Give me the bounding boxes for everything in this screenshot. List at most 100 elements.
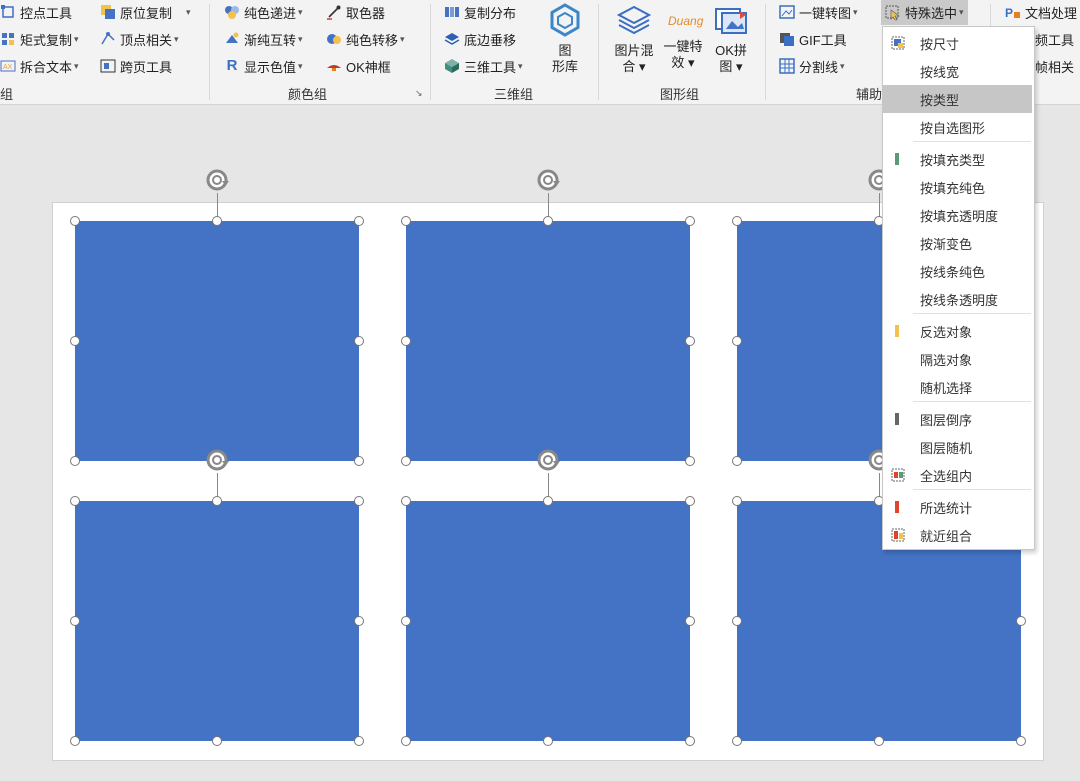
dialog-launcher-icon[interactable]: ↘ [415, 88, 423, 99]
menu-item-16[interactable]: 全选组内 [883, 461, 1032, 489]
resize-handle[interactable] [354, 616, 364, 626]
resize-handle[interactable] [543, 496, 553, 506]
resize-handle[interactable] [401, 216, 411, 226]
layers-icon [444, 33, 460, 45]
resize-handle[interactable] [1016, 616, 1026, 626]
menu-item-8[interactable]: 按渐变色 [883, 229, 1032, 257]
resize-handle[interactable] [685, 496, 695, 506]
show-color-value-button[interactable]: R 显示色值 ▾ [224, 55, 303, 77]
resize-handle[interactable] [70, 456, 80, 466]
resize-handle[interactable] [685, 336, 695, 346]
resize-handle[interactable] [354, 456, 364, 466]
resize-handle[interactable] [874, 736, 884, 746]
menu-item-4[interactable]: 按自选图形 [883, 113, 1032, 141]
copy-distribute-button[interactable]: 复制分布 [444, 1, 516, 23]
vertex-tools-button[interactable]: 顶点相关 ▾ [100, 28, 179, 50]
resize-handle[interactable] [401, 616, 411, 626]
to-image-button[interactable]: 一键转图 ▾ [779, 1, 858, 23]
menu-item-2[interactable]: 按线宽 [883, 57, 1032, 85]
menu-item-9[interactable]: 按线条纯色 [883, 257, 1032, 285]
resize-handle[interactable] [70, 496, 80, 506]
resize-handle[interactable] [732, 736, 742, 746]
group-label-left: 组 [0, 87, 14, 102]
resize-handle[interactable] [732, 616, 742, 626]
special-select-button[interactable]: 特殊选中 ▾ [881, 0, 968, 25]
resize-handle[interactable] [354, 736, 364, 746]
one-click-effect-button[interactable]: Duang 一键特 效 ▾ [659, 3, 707, 71]
menu-item-18[interactable]: 就近组合 [883, 521, 1032, 549]
resize-handle[interactable] [732, 496, 742, 506]
resize-handle[interactable] [70, 736, 80, 746]
menu-item-10[interactable]: 按线条透明度 [883, 285, 1032, 313]
resize-handle[interactable] [401, 496, 411, 506]
resize-handle[interactable] [543, 736, 553, 746]
resize-handle[interactable] [401, 456, 411, 466]
image-blend-button[interactable]: 图片混 合 ▾ [609, 3, 659, 75]
resize-handle[interactable] [543, 216, 553, 226]
resize-handle[interactable] [354, 336, 364, 346]
menu-item-17[interactable]: 所选统计 [883, 493, 1032, 521]
doc-process-button[interactable]: P 文档处理 [1005, 1, 1077, 23]
resize-handle[interactable] [732, 216, 742, 226]
ok-frame-button[interactable]: OK神框 [326, 55, 391, 77]
split-text-label: 拆合文本 [20, 59, 73, 75]
3d-tools-button[interactable]: 三维工具 ▾ [444, 55, 523, 77]
rectangle-shape[interactable] [75, 501, 359, 741]
resize-handle[interactable] [685, 216, 695, 226]
resize-handle[interactable] [212, 736, 222, 746]
color-transfer-button[interactable]: 纯色转移 ▾ [326, 28, 405, 50]
menu-item-6[interactable]: 按填充纯色 [883, 173, 1032, 201]
split-text-button[interactable]: AX 拆合文本 ▾ [0, 55, 79, 77]
menu-item-5[interactable]: 按填充类型 [883, 145, 1032, 173]
resize-handle[interactable] [354, 216, 364, 226]
gradient-swap-button[interactable]: 渐纯互转 ▾ [224, 28, 303, 50]
menu-item-14[interactable]: 图层倒序 [883, 405, 1032, 433]
menu-item-13[interactable]: 随机选择 [883, 373, 1032, 401]
chevron-down-icon: ▾ [74, 60, 79, 71]
rectangle-shape[interactable] [406, 221, 690, 461]
resize-handle[interactable] [70, 216, 80, 226]
menu-separator [913, 401, 1031, 402]
menu-item-12[interactable]: 隔选对象 [883, 345, 1032, 373]
copy-in-place-icon [101, 5, 115, 19]
chevron-down-icon: ▾ [298, 60, 303, 71]
menu-item-3[interactable]: 按类型 [883, 85, 1032, 113]
chevron-down-icon: ▾ [736, 59, 743, 74]
copy-in-place-button[interactable]: 原位复制 ▾ [100, 1, 191, 23]
group-label-assist: 辅助 [856, 87, 883, 102]
rotate-handle-icon[interactable] [535, 447, 561, 473]
resize-handle[interactable] [732, 336, 742, 346]
resize-handle[interactable] [685, 616, 695, 626]
resize-handle[interactable] [212, 216, 222, 226]
chevron-down-icon: ▾ [400, 33, 405, 44]
rectangle-shape[interactable] [75, 221, 359, 461]
rotate-handle-icon[interactable] [535, 167, 561, 193]
resize-handle[interactable] [1016, 736, 1026, 746]
menu-item-7[interactable]: 按填充透明度 [883, 201, 1032, 229]
split-line-button[interactable]: 分割线 ▾ [779, 55, 845, 77]
color-progress-button[interactable]: 纯色递进 ▾ [224, 1, 303, 23]
shape-library-button[interactable]: 图 形库 [543, 3, 587, 75]
resize-handle[interactable] [732, 456, 742, 466]
bottom-edge-shift-button[interactable]: 底边垂移 [444, 28, 516, 50]
resize-handle[interactable] [70, 616, 80, 626]
rotate-handle-icon[interactable] [204, 447, 230, 473]
menu-item-15[interactable]: 图层随机 [883, 433, 1032, 461]
cross-page-tool-button[interactable]: 跨页工具 [100, 55, 172, 77]
resize-handle[interactable] [354, 496, 364, 506]
matrix-copy-button[interactable]: 矩式复制 ▾ [0, 28, 79, 50]
rectangle-shape[interactable] [406, 501, 690, 741]
rotate-handle-icon[interactable] [204, 167, 230, 193]
menu-item-11[interactable]: 反选对象 [883, 317, 1032, 345]
eyedropper-button[interactable]: 取色器 [326, 1, 385, 23]
ok-collage-button[interactable]: OK拼 图 ▾ [708, 3, 754, 75]
resize-handle[interactable] [70, 336, 80, 346]
resize-handle[interactable] [685, 456, 695, 466]
resize-handle[interactable] [212, 496, 222, 506]
resize-handle[interactable] [401, 336, 411, 346]
resize-handle[interactable] [401, 736, 411, 746]
gif-tool-button[interactable]: GIF工具 [779, 28, 847, 50]
resize-handle[interactable] [685, 736, 695, 746]
menu-item-1[interactable]: 按尺寸 [883, 29, 1032, 57]
control-point-tool-button[interactable]: 控点工具 [0, 1, 72, 23]
